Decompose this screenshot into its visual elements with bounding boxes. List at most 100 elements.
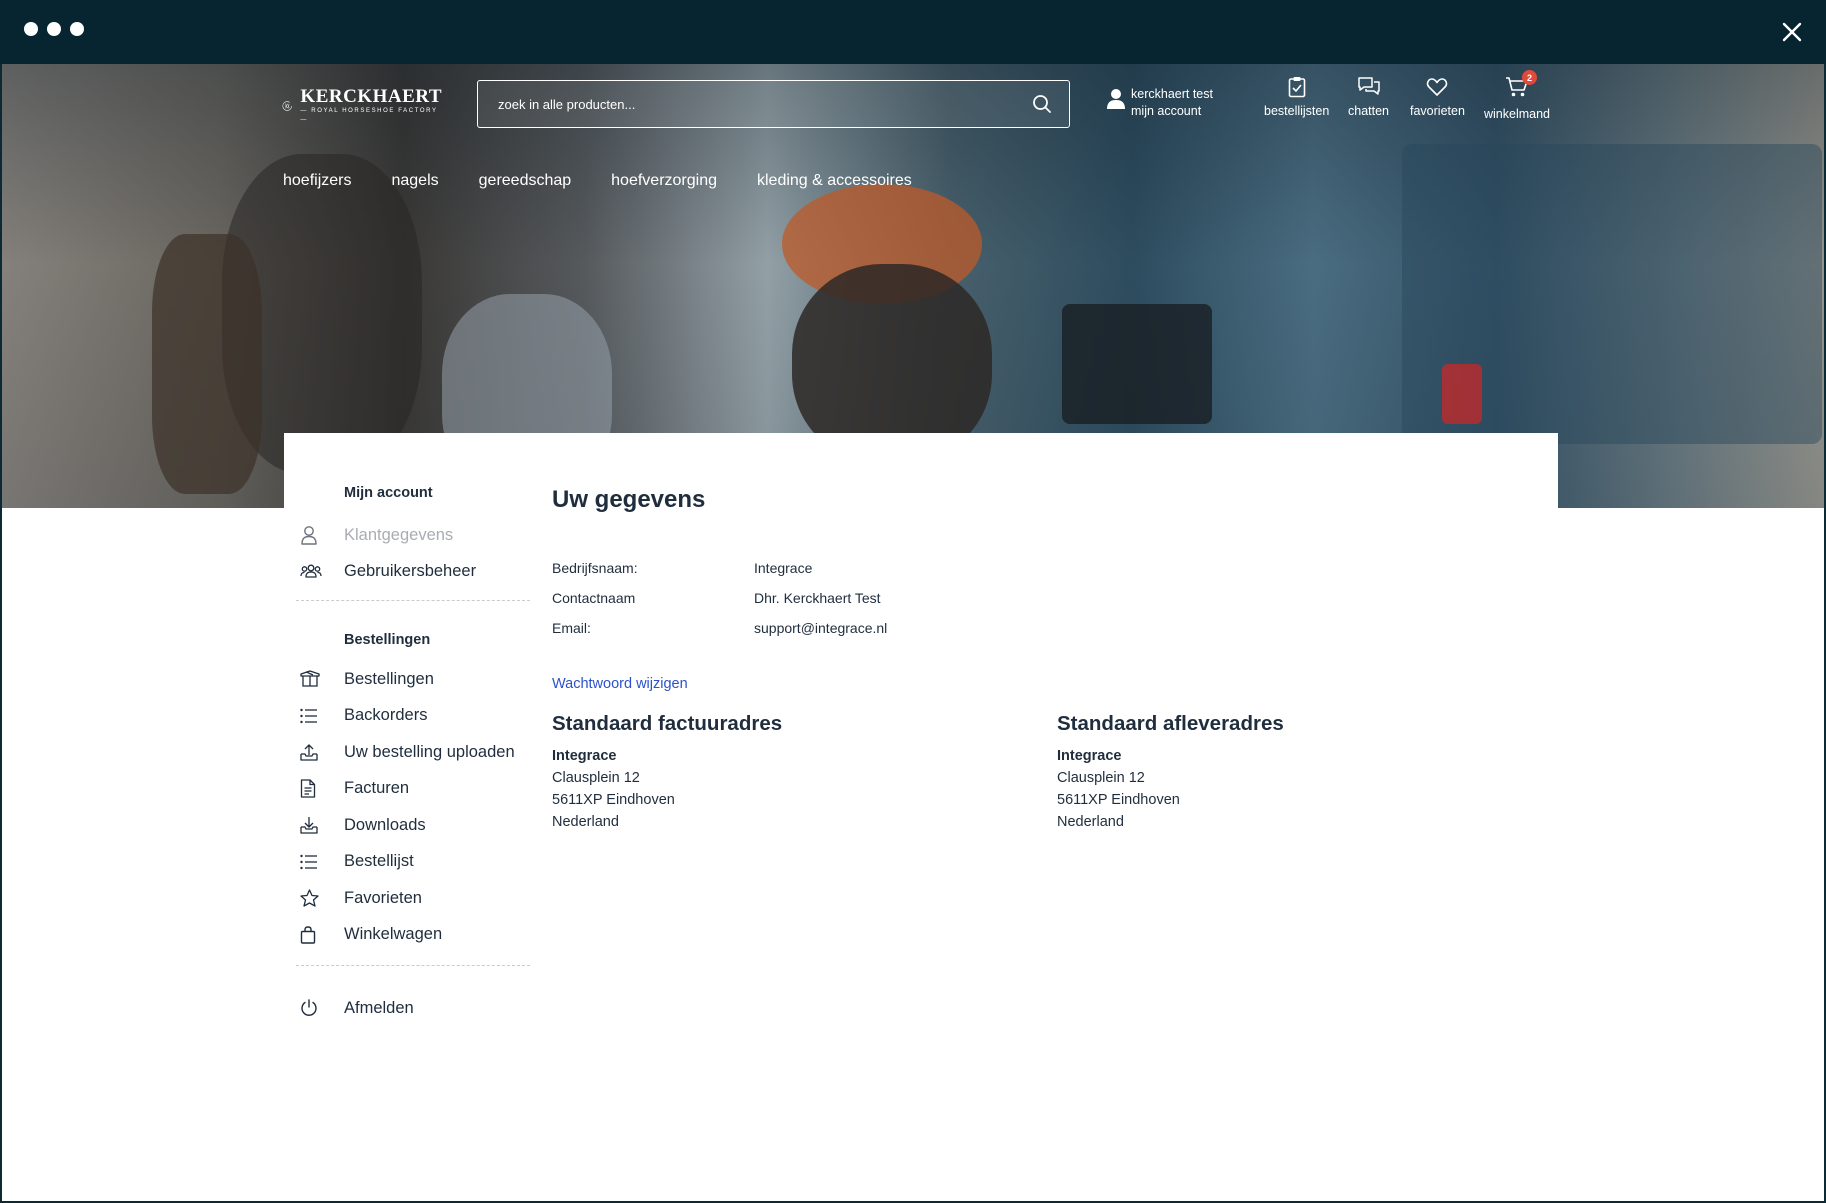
sidebar-item-backorders[interactable]: Backorders [296, 698, 530, 735]
info-value: support@integrace.nl [754, 620, 888, 636]
billing-city: 5611XP Eindhoven [552, 792, 675, 808]
users-icon [300, 564, 322, 578]
nav-hoefverzorging[interactable]: hoefverzorging [611, 172, 717, 190]
logo-mark-icon [282, 101, 292, 111]
sidebar-item-label: Bestellijst [344, 852, 414, 871]
chatten-button[interactable]: chatten [1348, 76, 1389, 118]
customer-info: Bedrijfsnaam: Integrace Contactnaam Dhr.… [552, 553, 887, 643]
sidebar-item-label: Downloads [344, 815, 426, 834]
sidebar-item-upload[interactable]: Uw bestelling uploaden [296, 734, 530, 771]
page-title: Uw gegevens [552, 486, 706, 513]
sidebar-item-downloads[interactable]: Downloads [296, 807, 530, 844]
info-row: Bedrijfsnaam: Integrace [552, 553, 887, 583]
shipping-street: Clausplein 12 [1057, 770, 1145, 786]
sidebar-item-label: Winkelwagen [344, 925, 443, 944]
title-bar [0, 0, 1826, 64]
info-value: Dhr. Kerckhaert Test [754, 590, 881, 606]
shipping-city: 5611XP Eindhoven [1057, 792, 1180, 808]
list-icon [300, 708, 317, 723]
star-icon [300, 889, 319, 907]
shipping-name: Integrace [1057, 748, 1122, 764]
winkelmand-button[interactable]: 2 winkelmand [1484, 70, 1551, 121]
sidebar-item-klantgegevens[interactable]: Klantgegevens [296, 517, 530, 554]
nav-kleding-accessoires[interactable]: kleding & accessoires [757, 172, 912, 190]
shipping-country: Nederland [1057, 814, 1124, 830]
heart-icon [1427, 78, 1448, 96]
user-icon [1107, 89, 1125, 109]
document-icon [300, 779, 316, 798]
sidebar-item-label: Favorieten [344, 888, 422, 907]
account-sidebar: Mijn account Klantgegevens Gebruikersbeh… [296, 433, 530, 1027]
sidebar-item-label: Backorders [344, 706, 428, 725]
chatten-label: chatten [1348, 104, 1390, 118]
search-bar [477, 80, 1070, 128]
clipboard-check-icon [1288, 77, 1305, 98]
search-icon[interactable] [1031, 93, 1053, 115]
main-navigation: hoefijzers nagels gereedschap hoefverzor… [283, 172, 952, 190]
favorieten-label: favorieten [1410, 104, 1465, 118]
info-row: Contactnaam Dhr. Kerckhaert Test [552, 583, 887, 613]
list-icon [300, 854, 317, 869]
sidebar-item-label: Facturen [344, 779, 410, 798]
dot [47, 22, 61, 36]
account-menu[interactable]: kerckhaert test mijn account [1107, 86, 1213, 120]
favorieten-button[interactable]: favorieten [1410, 76, 1465, 118]
box-icon [300, 670, 320, 687]
billing-heading: Standaard factuuradres [552, 712, 783, 735]
chat-icon [1357, 77, 1380, 95]
cart-count-badge: 2 [1522, 70, 1537, 85]
window-menu-dots[interactable] [24, 22, 84, 36]
logout-label: Afmelden [344, 998, 414, 1017]
sidebar-item-label: Uw bestelling uploaden [344, 742, 515, 761]
logout-button[interactable]: Afmelden [296, 990, 530, 1027]
dot [70, 22, 84, 36]
sidebar-divider [296, 600, 530, 601]
info-label: Bedrijfsnaam: [552, 560, 638, 576]
sidebar-item-label: Klantgegevens [344, 525, 454, 544]
sidebar-item-bestellingen[interactable]: Bestellingen [296, 661, 530, 698]
sidebar-item-gebruikersbeheer[interactable]: Gebruikersbeheer [296, 554, 530, 591]
billing-country: Nederland [552, 814, 619, 830]
account-link[interactable]: mijn account [1131, 103, 1213, 120]
change-password-link[interactable]: Wachtwoord wijzigen [552, 676, 688, 692]
page-viewport: KERCKHAERT — ROYAL HORSESHOE FACTORY — k… [2, 64, 1824, 1201]
bag-icon [300, 926, 316, 944]
nav-nagels[interactable]: nagels [391, 172, 438, 190]
info-value: Integrace [754, 560, 813, 576]
bestellijsten-button[interactable]: bestellijsten [1264, 76, 1329, 118]
billing-street: Clausplein 12 [552, 770, 640, 786]
account-name: kerckhaert test [1131, 87, 1213, 101]
account-card: Mijn account Klantgegevens Gebruikersbeh… [284, 433, 1558, 1201]
billing-name: Integrace [552, 748, 617, 764]
close-icon[interactable] [1778, 18, 1806, 46]
sidebar-heading-account: Mijn account [344, 485, 433, 501]
info-label: Contactnaam [552, 590, 636, 606]
sidebar-heading-orders: Bestellingen [344, 632, 431, 648]
dot [24, 22, 38, 36]
power-icon [301, 999, 317, 1017]
info-row: Email: support@integrace.nl [552, 613, 887, 643]
winkelmand-label: winkelmand [1484, 107, 1551, 121]
sidebar-item-winkelwagen[interactable]: Winkelwagen [296, 917, 530, 954]
upload-icon [300, 744, 318, 761]
billing-address: Standaard factuuradres Integrace Clauspl… [552, 711, 782, 833]
user-icon [301, 526, 317, 545]
nav-gereedschap[interactable]: gereedschap [479, 172, 572, 190]
sidebar-item-label: Bestellingen [344, 669, 434, 688]
nav-hoefijzers[interactable]: hoefijzers [283, 172, 351, 190]
sidebar-divider [296, 965, 530, 966]
bestellijsten-label: bestellijsten [1264, 104, 1330, 118]
sidebar-item-bestellijst[interactable]: Bestellijst [296, 844, 530, 881]
kerckhaert-logo[interactable]: KERCKHAERT — ROYAL HORSESHOE FACTORY — [282, 84, 442, 128]
browser-window: KERCKHAERT — ROYAL HORSESHOE FACTORY — k… [0, 0, 1826, 1203]
search-input[interactable] [498, 96, 1031, 112]
sidebar-item-facturen[interactable]: Facturen [296, 771, 530, 808]
info-label: Email: [552, 620, 591, 636]
sidebar-item-favorieten[interactable]: Favorieten [296, 880, 530, 917]
shipping-address: Standaard afleveradres Integrace Clauspl… [1057, 711, 1284, 833]
download-icon [300, 817, 318, 834]
logo-wordmark: KERCKHAERT — ROYAL HORSESHOE FACTORY — [300, 86, 442, 124]
cart-icon-wrap: 2 [1505, 70, 1537, 107]
shipping-heading: Standaard afleveradres [1057, 712, 1284, 735]
sidebar-item-label: Gebruikersbeheer [344, 562, 477, 581]
